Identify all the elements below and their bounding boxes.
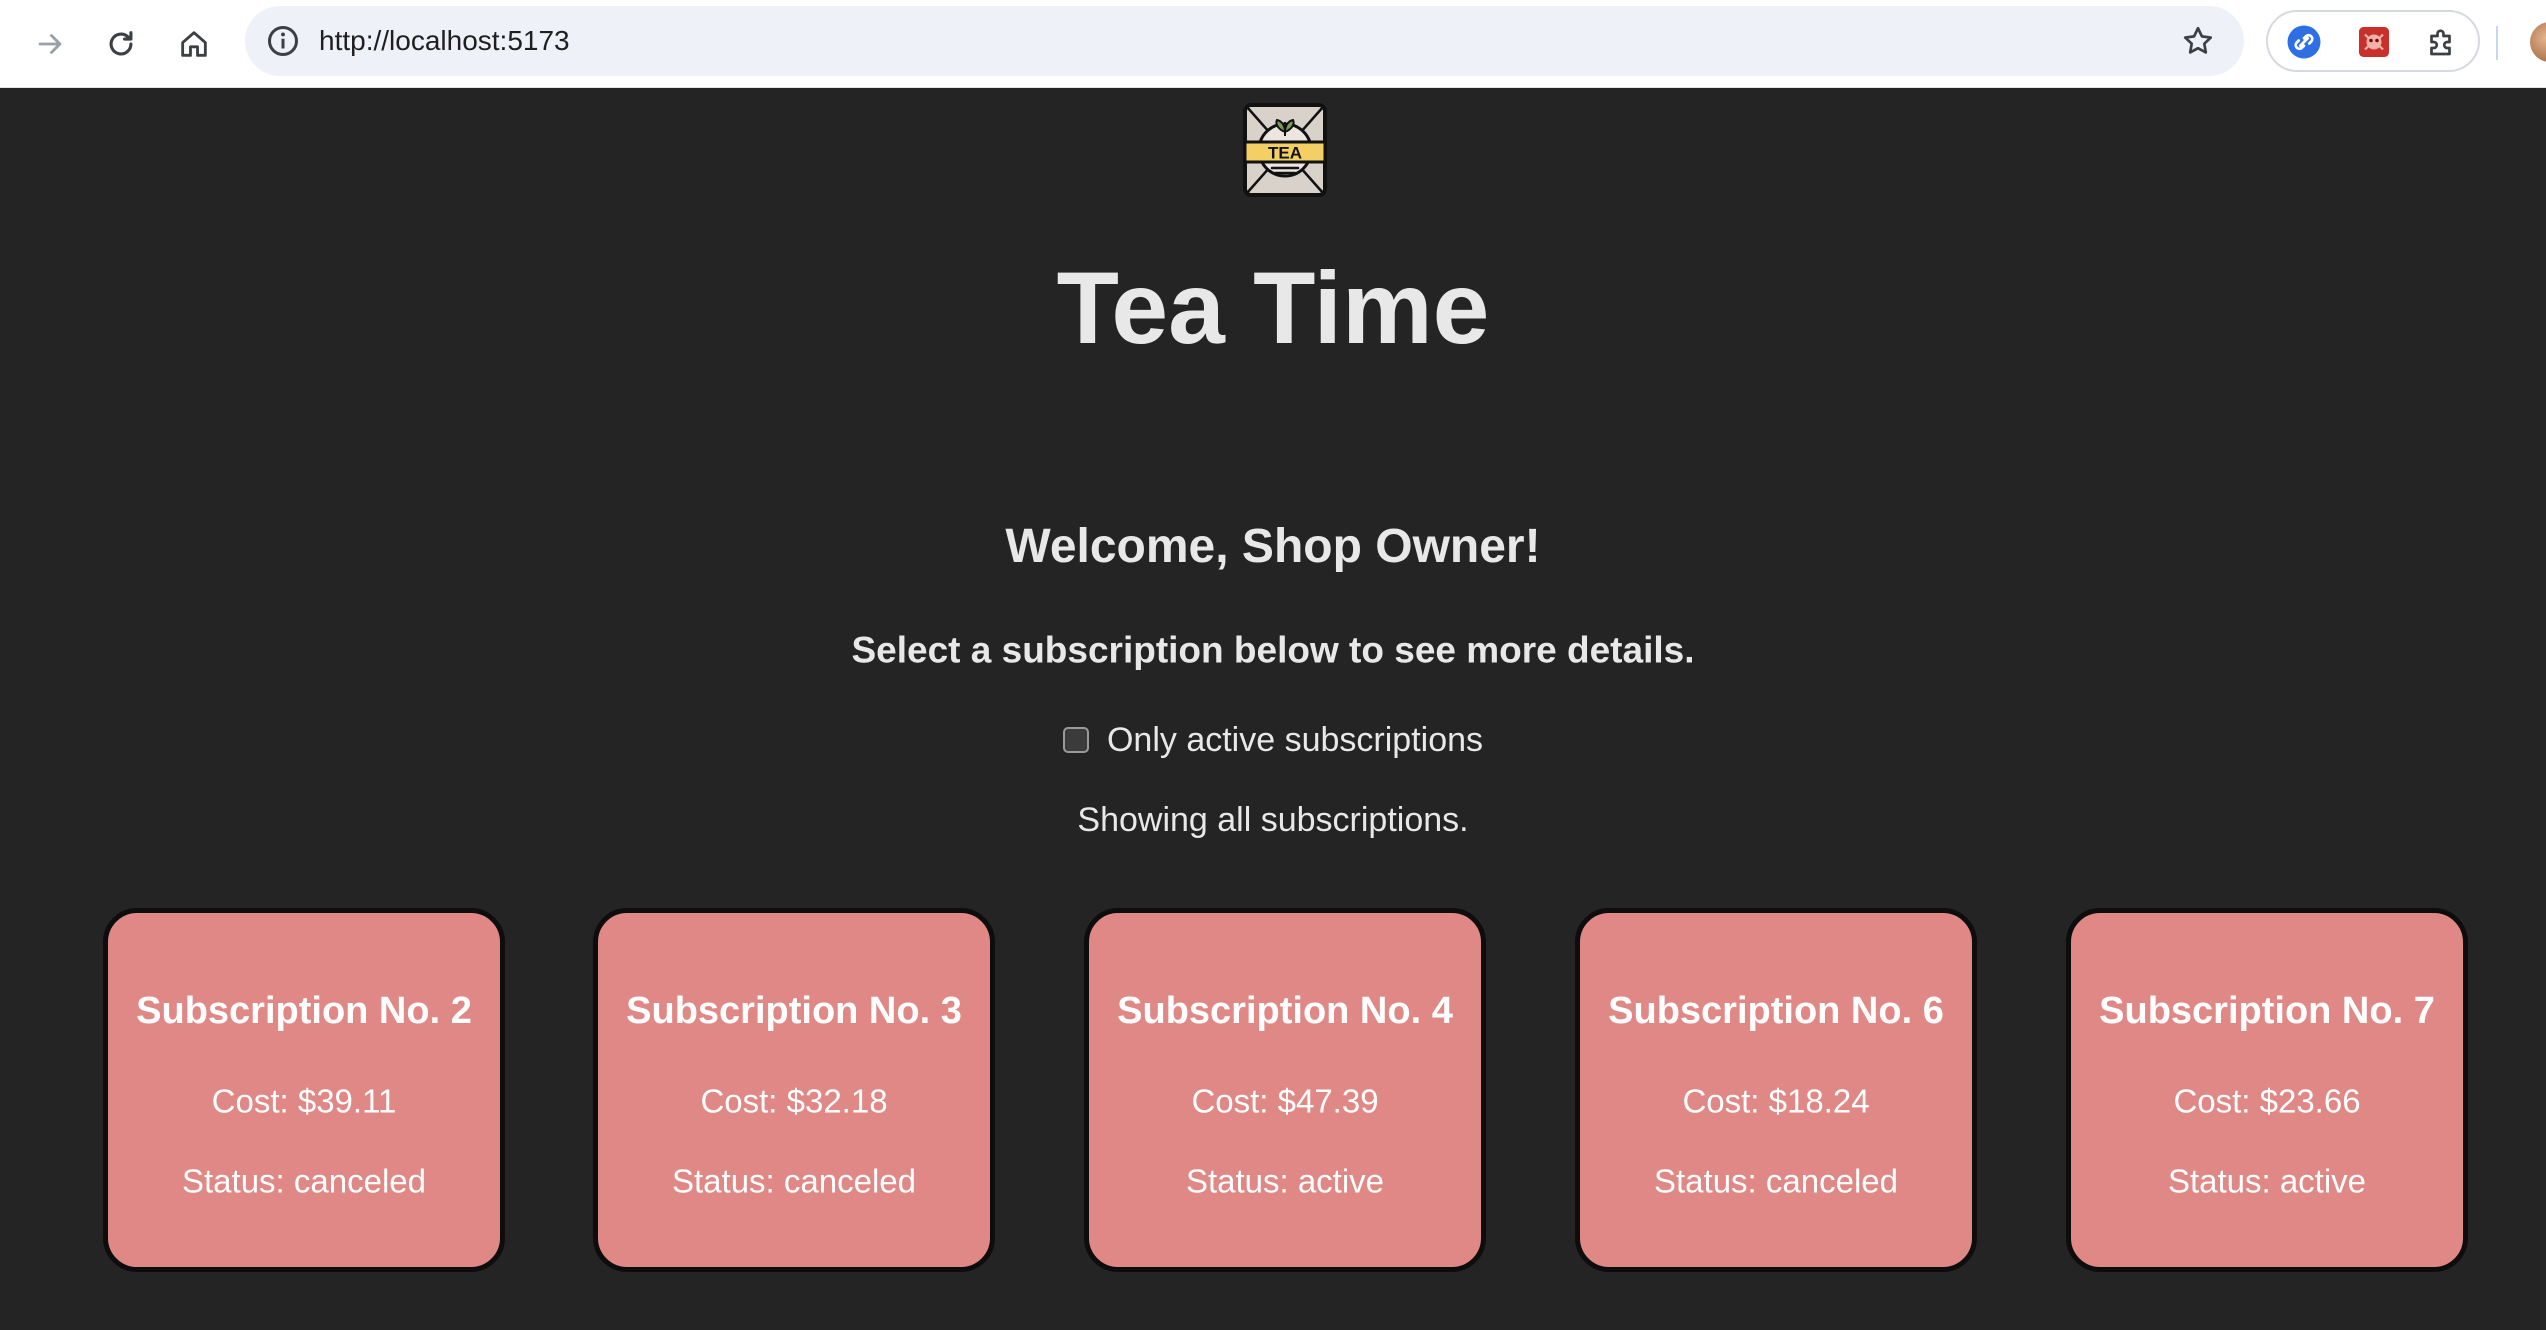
link-extension-icon[interactable]	[2286, 24, 2322, 60]
home-icon	[181, 31, 207, 57]
star-icon[interactable]	[2180, 23, 2216, 59]
info-icon[interactable]	[265, 23, 301, 59]
subscription-status: Status: active	[2167, 1162, 2367, 1200]
extensions-group	[2266, 10, 2480, 72]
subscription-cost: Cost: $47.39	[1191, 1082, 1379, 1120]
logo-text: TEA	[1268, 144, 1302, 163]
subscription-card[interactable]: Subscription No. 3 Cost: $32.18 Status: …	[593, 908, 995, 1272]
subscription-status: Status: canceled	[182, 1162, 426, 1200]
subscription-cost: Cost: $23.66	[2173, 1082, 2361, 1120]
subscription-card[interactable]: Subscription No. 6 Cost: $18.24 Status: …	[1575, 908, 1977, 1272]
active-only-checkbox[interactable]	[1062, 727, 1089, 753]
browser-toolbar: http://localhost:5173	[0, 0, 2546, 88]
subscription-title: Subscription No. 7	[2099, 990, 2435, 1032]
subscription-card[interactable]: Subscription No. 2 Cost: $39.11 Status: …	[103, 908, 505, 1272]
subscription-card[interactable]: Subscription No. 7 Cost: $23.66 Status: …	[2066, 908, 2468, 1272]
subscription-cost: Cost: $18.24	[1682, 1082, 1870, 1120]
arrow-forward-icon	[38, 34, 62, 54]
subscription-card[interactable]: Subscription No. 4 Cost: $47.39 Status: …	[1084, 908, 1486, 1272]
subscription-status: Status: canceled	[672, 1162, 916, 1200]
toolbar-divider	[2496, 26, 2498, 60]
instruction-text: Select a subscription below to see more …	[851, 629, 1695, 671]
active-filter[interactable]: Only active subscriptions	[0, 723, 2546, 757]
welcome-heading: Welcome, Shop Owner!	[1005, 520, 1541, 573]
bug-extension-icon[interactable]	[2356, 24, 2392, 60]
reload-button[interactable]	[95, 18, 147, 70]
url-text[interactable]: http://localhost:5173	[319, 6, 570, 76]
subscription-cost: Cost: $32.18	[700, 1082, 888, 1120]
active-only-label[interactable]: Only active subscriptions	[1107, 723, 1483, 757]
profile-avatar[interactable]	[2530, 22, 2546, 62]
subscription-status: Status: active	[1185, 1162, 1385, 1200]
puzzle-icon[interactable]	[2424, 24, 2460, 60]
tea-logo-icon: TEA	[1243, 103, 1327, 197]
subscription-status: Status: canceled	[1654, 1162, 1898, 1200]
subscription-title: Subscription No. 2	[136, 990, 472, 1032]
home-button[interactable]	[168, 18, 220, 70]
subscription-title: Subscription No. 3	[626, 990, 962, 1032]
subscription-cost: Cost: $39.11	[211, 1082, 397, 1120]
app-root: TEA Tea Time Welcome, Shop Owner! Select…	[0, 88, 2546, 1330]
forward-button[interactable]	[24, 18, 76, 70]
address-bar[interactable]: http://localhost:5173	[245, 6, 2244, 76]
subscription-list: Subscription No. 2 Cost: $39.11 Status: …	[0, 908, 2546, 1272]
reload-icon	[109, 31, 133, 56]
page-title: Tea Time	[1056, 251, 1490, 365]
subscription-title: Subscription No. 6	[1608, 990, 1944, 1032]
subscription-title: Subscription No. 4	[1117, 990, 1453, 1032]
showing-status-text: Showing all subscriptions.	[1077, 801, 1469, 839]
